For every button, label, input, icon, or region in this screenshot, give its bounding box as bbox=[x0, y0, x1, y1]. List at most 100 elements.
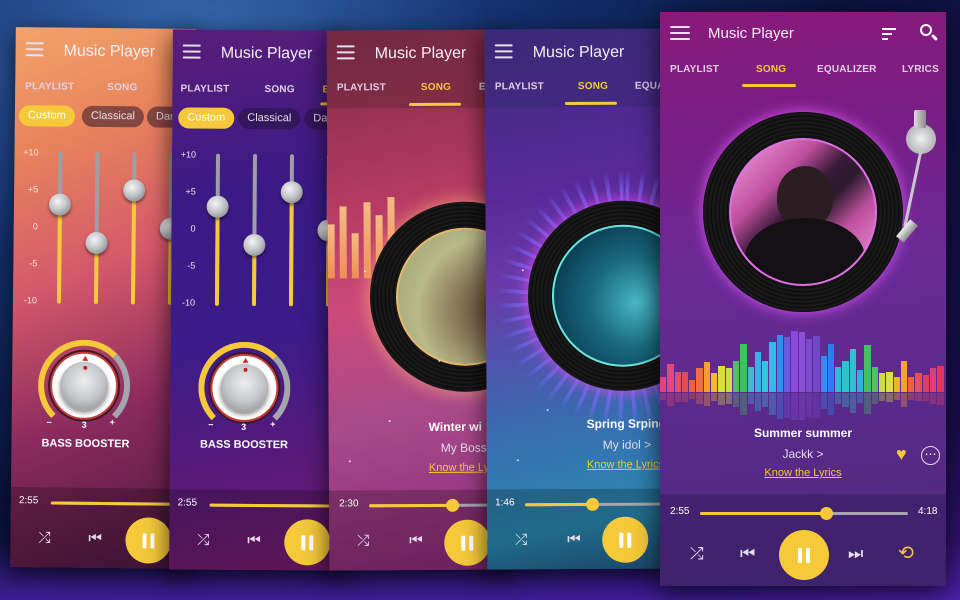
hamburger-icon[interactable] bbox=[670, 26, 690, 40]
bass-minus[interactable]: − bbox=[208, 420, 213, 430]
eq-slider-handle[interactable] bbox=[280, 181, 303, 204]
app-header: Music Player bbox=[326, 29, 507, 79]
skip-previous-icon[interactable]: ⏮ bbox=[740, 544, 755, 564]
pause-button[interactable] bbox=[602, 516, 649, 563]
shuffle-icon[interactable]: ⤮ bbox=[515, 531, 527, 548]
active-tab-indicator bbox=[564, 101, 617, 106]
more-icon[interactable]: ⋯ bbox=[921, 446, 940, 465]
pause-button[interactable] bbox=[284, 519, 331, 566]
spectrum-bar bbox=[929, 368, 937, 392]
hamburger-icon[interactable] bbox=[25, 42, 44, 57]
bass-plus[interactable]: + bbox=[270, 419, 275, 429]
tab-song[interactable]: SONG bbox=[578, 81, 608, 92]
preset-chips: Custom Classical Dan bbox=[18, 105, 195, 129]
tab-bar: PLAYLIST SONG E bbox=[15, 77, 196, 105]
shuffle-icon[interactable]: ⤮ bbox=[690, 544, 704, 564]
eq-slider-handle[interactable] bbox=[243, 234, 266, 257]
bass-plus[interactable]: + bbox=[110, 417, 115, 427]
eq-slider-handle[interactable] bbox=[85, 232, 108, 255]
skip-previous-icon[interactable]: ⏮ bbox=[409, 532, 423, 549]
spectrum-reflection-bar bbox=[922, 393, 929, 401]
hamburger-icon[interactable] bbox=[494, 44, 513, 59]
active-tab-indicator bbox=[408, 102, 461, 107]
tab-song[interactable]: SONG bbox=[756, 64, 786, 75]
spectrum-reflection-bar bbox=[937, 393, 944, 405]
eq-band-slider[interactable] bbox=[243, 153, 266, 306]
screen-song-winter: Music Player PLAYLIST SONG E Winter wi M… bbox=[326, 29, 510, 571]
spectrum-bar bbox=[871, 367, 878, 392]
skip-previous-icon[interactable]: ⏮ bbox=[247, 532, 261, 549]
spectrum-bar bbox=[732, 361, 740, 392]
vinyl-record bbox=[703, 112, 903, 312]
sort-icon[interactable] bbox=[882, 28, 896, 40]
lyrics-link[interactable]: Know the Lyrics bbox=[660, 467, 946, 479]
preset-custom[interactable]: Custom bbox=[178, 107, 235, 129]
spectrum-reflection-bar bbox=[754, 393, 762, 412]
eq-slider-handle[interactable] bbox=[48, 193, 72, 216]
spectrum-reflection-bar bbox=[674, 393, 681, 402]
eq-band-slider[interactable] bbox=[280, 154, 303, 307]
spectrum-bar bbox=[718, 365, 725, 392]
eq-scale-label: 0 bbox=[190, 223, 196, 234]
pause-button[interactable] bbox=[125, 517, 172, 564]
song-artist[interactable]: My idol > bbox=[587, 438, 667, 452]
tab-playlist[interactable]: PLAYLIST bbox=[25, 81, 74, 93]
lyrics-link[interactable]: Know the Lyrics bbox=[587, 459, 667, 471]
tab-playlist[interactable]: PLAYLIST bbox=[495, 81, 544, 92]
screen-equalizer-orange: Music Player PLAYLIST SONG E Custom Clas… bbox=[10, 27, 196, 569]
pause-button[interactable] bbox=[444, 519, 491, 566]
search-icon[interactable] bbox=[920, 24, 939, 42]
visualizer-bar bbox=[363, 201, 371, 279]
eq-slider-handle[interactable] bbox=[123, 179, 146, 202]
preset-custom[interactable]: Custom bbox=[18, 105, 75, 127]
eq-band-slider[interactable] bbox=[48, 151, 72, 304]
visualizer-bar bbox=[351, 233, 359, 279]
bass-value: 3 bbox=[241, 421, 247, 432]
tab-bar: PLAYLIST SONG EQUA bbox=[484, 76, 665, 108]
spectrum-reflection-bar bbox=[703, 393, 711, 407]
repeat-icon[interactable]: ⟲ bbox=[898, 542, 914, 565]
eq-slider-handle[interactable] bbox=[206, 195, 229, 218]
tab-playlist[interactable]: PLAYLIST bbox=[337, 82, 386, 93]
spectrum-bar bbox=[754, 351, 762, 392]
progress-bar[interactable] bbox=[700, 507, 908, 520]
skip-next-icon[interactable]: ⏭ bbox=[848, 544, 863, 564]
app-title: Music Player bbox=[532, 43, 625, 62]
hamburger-icon[interactable] bbox=[182, 44, 201, 59]
app-title: Music Player bbox=[220, 44, 313, 63]
shuffle-icon[interactable]: ⤮ bbox=[38, 529, 50, 546]
shuffle-icon[interactable]: ⤮ bbox=[197, 532, 209, 549]
shuffle-icon[interactable]: ⤮ bbox=[357, 532, 369, 549]
tab-playlist[interactable]: PLAYLIST bbox=[180, 83, 229, 94]
eq-band-slider[interactable] bbox=[123, 152, 146, 305]
spectrum-bar bbox=[922, 374, 929, 392]
skip-previous-icon[interactable]: ⏮ bbox=[567, 531, 581, 548]
tab-song[interactable]: SONG bbox=[107, 82, 137, 93]
eq-band-slider[interactable] bbox=[85, 151, 108, 304]
tab-song[interactable]: SONG bbox=[264, 84, 294, 95]
eq-scale-label: -5 bbox=[29, 258, 38, 269]
song-title: Spring Srping bbox=[586, 416, 667, 431]
skip-previous-icon[interactable]: ⏮ bbox=[88, 530, 102, 547]
eq-scale-label: -10 bbox=[23, 295, 38, 306]
spectrum-reflection-bar bbox=[762, 393, 769, 407]
tab-equalizer[interactable]: EQUALIZER bbox=[817, 64, 877, 75]
eq-scale-label: 0 bbox=[32, 221, 38, 232]
pause-button[interactable] bbox=[779, 530, 829, 580]
spectrum-bar bbox=[864, 344, 871, 392]
preset-classical[interactable]: Classical bbox=[81, 105, 145, 128]
tab-playlist[interactable]: PLAYLIST bbox=[670, 64, 719, 75]
eq-band-slider[interactable] bbox=[206, 153, 229, 306]
tab-song[interactable]: SONG bbox=[421, 82, 451, 93]
heart-icon[interactable]: ♥ bbox=[896, 444, 907, 465]
hamburger-icon[interactable] bbox=[336, 45, 355, 60]
spectrum-bar bbox=[878, 373, 886, 392]
spectrum-bar bbox=[798, 332, 805, 392]
tab-lyrics[interactable]: LYRICS bbox=[902, 64, 939, 75]
spectrum-bar bbox=[696, 368, 703, 392]
preset-classical[interactable]: Classical bbox=[238, 107, 301, 130]
progress-bar[interactable] bbox=[525, 497, 668, 511]
bass-minus[interactable]: − bbox=[47, 417, 52, 427]
tab-bar: PLAYLIST SONG E bbox=[326, 77, 507, 109]
spectrum-reflection-bar bbox=[732, 393, 740, 407]
